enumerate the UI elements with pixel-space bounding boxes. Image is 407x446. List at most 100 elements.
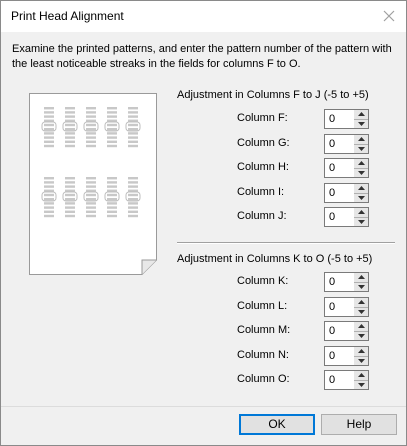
pattern-streak xyxy=(86,214,96,218)
column-value-spinner[interactable] xyxy=(324,158,370,178)
column-value-spinner[interactable] xyxy=(324,272,370,292)
pattern-streak xyxy=(44,206,54,209)
pattern-streak xyxy=(107,210,117,213)
column-value-input[interactable] xyxy=(324,272,358,292)
pattern-streak xyxy=(86,198,96,201)
spin-down-button[interactable] xyxy=(354,308,368,317)
column-label: Column K: xyxy=(237,275,289,287)
arrow-down-icon xyxy=(357,122,365,126)
column-label: Column H: xyxy=(237,161,289,173)
arrow-down-icon xyxy=(357,171,365,175)
column-value-spinner[interactable] xyxy=(324,207,370,227)
pattern-streak xyxy=(65,185,75,188)
pattern-streak xyxy=(65,136,75,139)
spin-down-button[interactable] xyxy=(354,381,368,390)
column-value-input[interactable] xyxy=(324,158,358,178)
column-value-spinner[interactable] xyxy=(324,345,370,366)
column-value-spinner[interactable] xyxy=(324,296,370,317)
pattern-streak xyxy=(86,107,96,110)
help-button[interactable]: Help xyxy=(321,414,397,435)
spin-up-button[interactable] xyxy=(354,347,368,357)
column-value-input[interactable] xyxy=(324,345,358,366)
column-value-spinner[interactable] xyxy=(324,370,370,390)
spin-up-button[interactable] xyxy=(354,322,368,332)
pattern-streak xyxy=(65,193,75,197)
pattern-streak xyxy=(86,123,96,127)
arrow-up-icon xyxy=(357,348,365,353)
pattern-streak xyxy=(107,111,117,114)
arrow-up-icon xyxy=(357,299,365,304)
column-value-input[interactable] xyxy=(324,133,358,154)
column-value-input[interactable] xyxy=(324,207,358,227)
column-value-input[interactable] xyxy=(324,182,358,203)
spin-down-button[interactable] xyxy=(354,332,368,341)
spin-buttons xyxy=(354,296,369,317)
pattern-streak xyxy=(65,181,75,184)
arrow-down-icon xyxy=(357,195,365,200)
dialog-title: Print Head Alignment xyxy=(11,9,124,23)
arrow-down-icon xyxy=(357,383,365,387)
pattern-streak xyxy=(107,206,117,209)
pattern-streak xyxy=(107,185,117,188)
pattern-streak xyxy=(65,115,75,118)
column-label: Column G: xyxy=(237,136,290,149)
pattern-streak xyxy=(107,107,117,110)
column-value-spinner[interactable] xyxy=(324,321,370,341)
pattern-streak xyxy=(107,123,117,127)
pattern-streak xyxy=(128,132,138,135)
ok-button[interactable]: OK xyxy=(239,414,315,435)
spin-up-button[interactable] xyxy=(354,184,368,194)
spin-down-button[interactable] xyxy=(354,283,368,292)
pattern-streak xyxy=(128,107,138,110)
spin-up-button[interactable] xyxy=(354,273,368,283)
arrow-up-icon xyxy=(357,275,365,279)
pattern-streak xyxy=(65,144,75,148)
column-value-input[interactable] xyxy=(324,296,358,317)
arrow-up-icon xyxy=(357,136,365,141)
pattern-streak xyxy=(44,132,54,135)
arrow-down-icon xyxy=(357,309,365,314)
instructions-text: Examine the printed patterns, and enter … xyxy=(12,43,392,70)
pattern-sheet-icon xyxy=(29,93,157,275)
pattern-streak xyxy=(44,181,54,184)
pattern-streak xyxy=(65,210,75,213)
group-separator xyxy=(177,242,395,244)
pattern-streak xyxy=(65,206,75,209)
spin-buttons xyxy=(354,109,369,129)
spin-down-button[interactable] xyxy=(354,120,368,129)
spin-down-button[interactable] xyxy=(354,194,368,203)
spin-buttons xyxy=(354,345,369,366)
pattern-streak xyxy=(128,210,138,213)
column-value-input[interactable] xyxy=(324,370,358,390)
spin-down-button[interactable] xyxy=(354,218,368,227)
pattern-streak xyxy=(107,128,117,131)
column-label: Column F: xyxy=(237,112,288,124)
column-value-input[interactable] xyxy=(324,109,358,129)
spin-up-button[interactable] xyxy=(354,159,368,169)
pattern-streak xyxy=(128,128,138,131)
column-value-input[interactable] xyxy=(324,321,358,341)
spin-up-button[interactable] xyxy=(354,371,368,381)
spin-down-button[interactable] xyxy=(354,357,368,366)
group-title-f-to-j: Adjustment in Columns F to J (-5 to +5) xyxy=(177,89,369,101)
column-label: Column J: xyxy=(237,210,287,222)
pattern-streak xyxy=(107,202,117,205)
spin-up-button[interactable] xyxy=(354,135,368,145)
pattern-streak xyxy=(107,144,117,148)
column-label: Column M: xyxy=(237,324,291,336)
pattern-streak xyxy=(128,185,138,188)
spin-up-button[interactable] xyxy=(354,208,368,218)
column-value-spinner[interactable] xyxy=(324,182,370,203)
close-button[interactable] xyxy=(380,7,398,25)
pattern-streak xyxy=(128,198,138,201)
arrow-down-icon xyxy=(357,358,365,363)
spin-down-button[interactable] xyxy=(354,145,368,154)
column-label: Column L: xyxy=(237,299,288,312)
spin-up-button[interactable] xyxy=(354,110,368,120)
pattern-streak xyxy=(86,206,96,209)
column-value-spinner[interactable] xyxy=(324,109,370,129)
column-value-spinner[interactable] xyxy=(324,133,370,154)
spin-down-button[interactable] xyxy=(354,169,368,178)
pattern-streak xyxy=(65,107,75,110)
spin-up-button[interactable] xyxy=(354,298,368,308)
